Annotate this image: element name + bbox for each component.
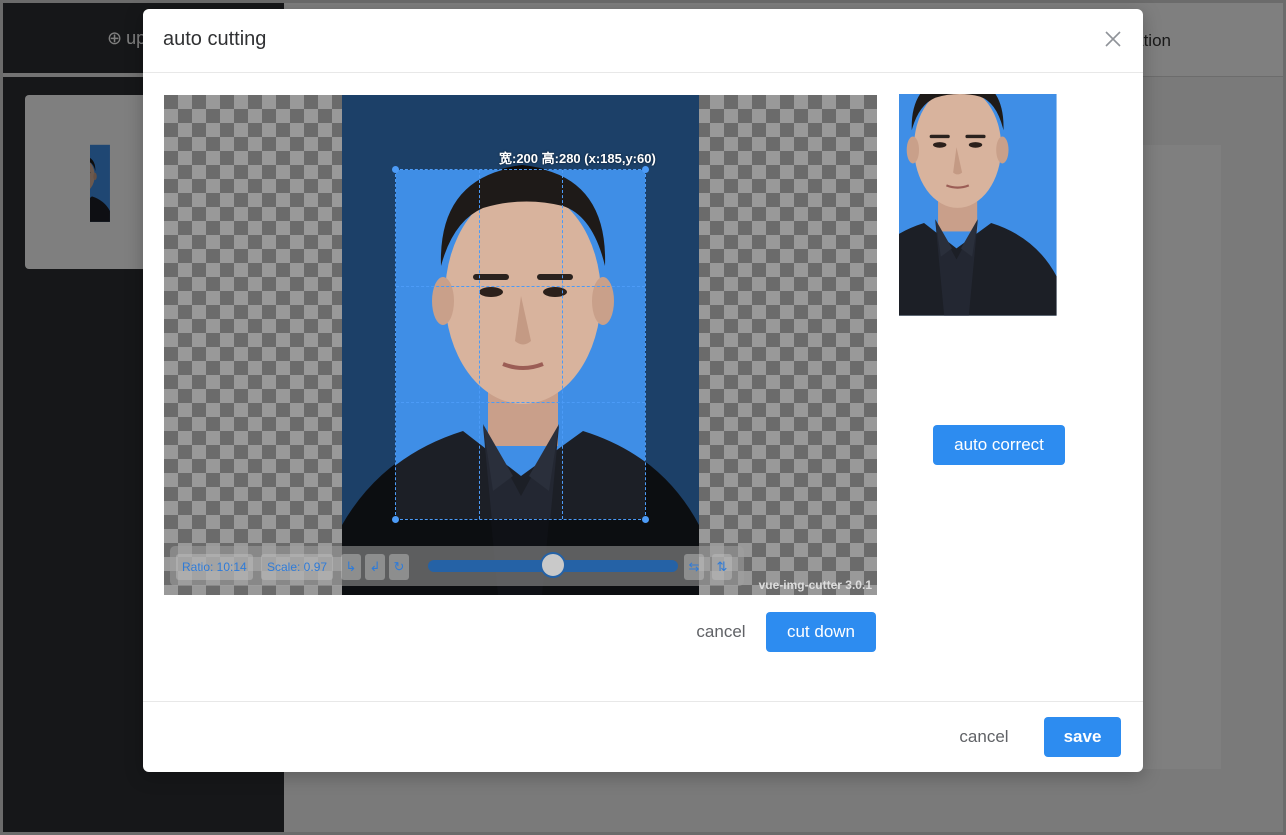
dialog-cancel-button[interactable]: cancel <box>946 717 1022 757</box>
crop-handle-bottom-right[interactable] <box>642 516 649 523</box>
scale-slider-thumb[interactable] <box>540 552 566 578</box>
crop-grid-line <box>396 286 645 287</box>
crop-box[interactable] <box>395 169 646 520</box>
reset-rotation-icon[interactable]: ↻ <box>389 554 409 580</box>
save-button[interactable]: save <box>1044 717 1121 757</box>
crop-grid-line <box>562 170 563 519</box>
rotate-left-icon[interactable]: ↳ <box>341 554 361 580</box>
image-cutter-canvas[interactable]: 宽:200 高:280 (x:185,y:60) Ratio: 10:14 Sc… <box>164 95 877 595</box>
crop-grid-line <box>479 170 480 519</box>
crop-handle-top-left[interactable] <box>392 166 399 173</box>
flip-vertical-icon[interactable]: ⇅ <box>712 554 732 580</box>
cutter-version-label: vue-img-cutter 3.0.1 <box>758 578 872 592</box>
close-icon[interactable] <box>1103 29 1123 49</box>
dialog-title: auto cutting <box>163 28 267 50</box>
crop-handle-top-right[interactable] <box>642 166 649 173</box>
crop-size-label: 宽:200 高:280 (x:185,y:60) <box>499 151 656 166</box>
crop-grid-line <box>396 402 645 403</box>
auto-correct-button[interactable]: auto correct <box>933 425 1065 465</box>
rotate-right-icon[interactable]: ↲ <box>365 554 385 580</box>
cutter-toolbar: Ratio: 10:14 Scale: 0.97 ↳ ↲ ↻ ⇆ ⇅ <box>170 546 744 586</box>
cut-down-button[interactable]: cut down <box>766 612 876 652</box>
cutter-cancel-button[interactable]: cancel <box>683 612 759 652</box>
dialog-footer: cancel save <box>143 701 1143 772</box>
dialog-header: auto cutting <box>143 9 1143 73</box>
cropped-preview <box>899 94 1099 375</box>
scale-label: Scale: 0.97 <box>261 554 334 580</box>
crop-handle-bottom-left[interactable] <box>392 516 399 523</box>
auto-cutting-dialog: auto cutting 宽:200 高:280 (x:185,y:60) Ra… <box>143 9 1143 772</box>
flip-horizontal-icon[interactable]: ⇆ <box>684 554 704 580</box>
ratio-label: Ratio: 10:14 <box>176 554 253 580</box>
crop-photo-visible <box>395 169 646 520</box>
